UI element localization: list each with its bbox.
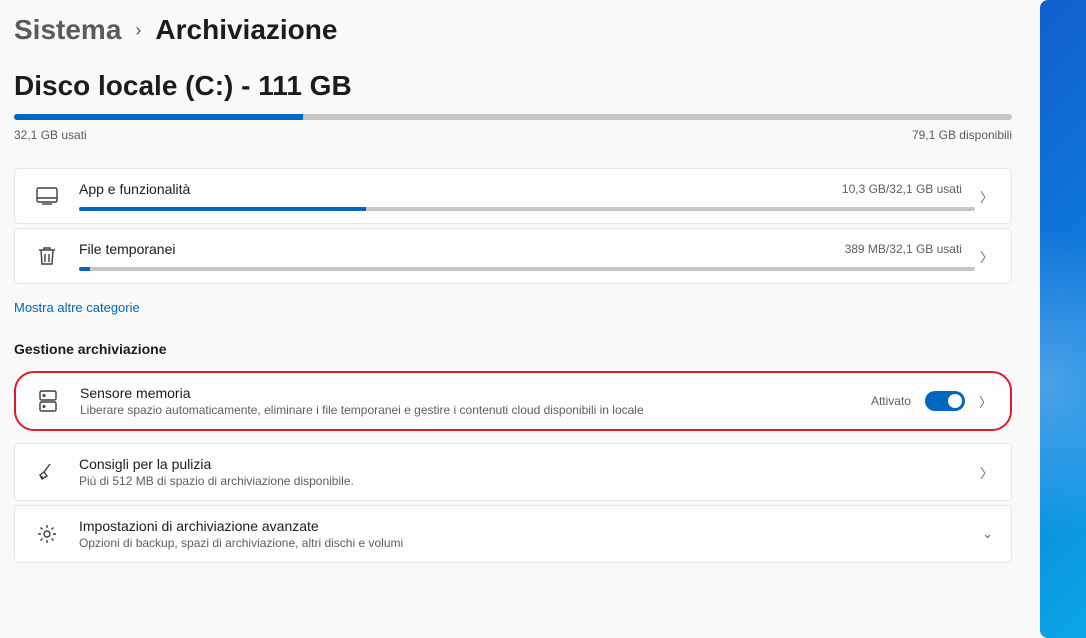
cleanup-title: Consigli per la pulizia <box>79 456 962 472</box>
disk-used-label: 32,1 GB usati <box>14 128 87 142</box>
storage-sense-sub: Liberare spazio automaticamente, elimina… <box>80 403 853 417</box>
disk-usage-bar <box>14 114 1012 120</box>
section-header-storage-mgmt: Gestione archiviazione <box>14 341 1026 357</box>
chevron-right-icon: 〉 <box>980 247 993 266</box>
category-bar <box>79 267 975 271</box>
category-apps[interactable]: App e funzionalità 10,3 GB/32,1 GB usati… <box>14 168 1012 224</box>
breadcrumb-parent[interactable]: Sistema <box>14 14 121 46</box>
storage-sense-toggle[interactable] <box>925 391 965 411</box>
category-usage: 10,3 GB/32,1 GB usati <box>842 182 962 196</box>
breadcrumb-current: Archiviazione <box>155 14 337 46</box>
chevron-right-icon: 〉 <box>980 463 993 482</box>
storage-sense-title: Sensore memoria <box>80 385 853 401</box>
advanced-title: Impostazioni di archiviazione avanzate <box>79 518 964 534</box>
show-more-categories-link[interactable]: Mostra altre categorie <box>14 300 140 315</box>
cleanup-sub: Più di 512 MB di spazio di archiviazione… <box>79 474 962 488</box>
advanced-storage-row[interactable]: Impostazioni di archiviazione avanzate O… <box>14 505 1012 563</box>
gear-icon <box>33 524 61 544</box>
apps-icon <box>33 187 61 205</box>
chevron-down-icon: ⌄ <box>982 526 993 542</box>
trash-icon <box>33 246 61 266</box>
broom-icon <box>33 462 61 482</box>
chevron-right-icon: 〉 <box>980 187 993 206</box>
disk-free-label: 79,1 GB disponibili <box>912 128 1012 142</box>
chevron-right-icon: › <box>135 20 141 41</box>
category-temp-files[interactable]: File temporanei 389 MB/32,1 GB usati 〉 <box>14 228 1012 284</box>
storage-sense-row[interactable]: Sensore memoria Liberare spazio automati… <box>14 371 1012 431</box>
category-title: File temporanei <box>79 241 176 257</box>
disk-usage-bar-fill <box>14 114 303 120</box>
cleanup-recommendations-row[interactable]: Consigli per la pulizia Più di 512 MB di… <box>14 443 1012 501</box>
category-usage: 389 MB/32,1 GB usati <box>845 242 962 256</box>
storage-sense-state: Attivato <box>871 394 911 408</box>
storage-icon <box>34 390 62 412</box>
disk-title: Disco locale (C:) - 111 GB <box>14 70 1026 102</box>
breadcrumb: Sistema › Archiviazione <box>14 14 1026 46</box>
chevron-right-icon: 〉 <box>979 392 992 411</box>
desktop-background-edge <box>1040 0 1086 638</box>
category-bar <box>79 207 975 211</box>
advanced-sub: Opzioni di backup, spazi di archiviazion… <box>79 536 964 550</box>
category-title: App e funzionalità <box>79 181 190 197</box>
